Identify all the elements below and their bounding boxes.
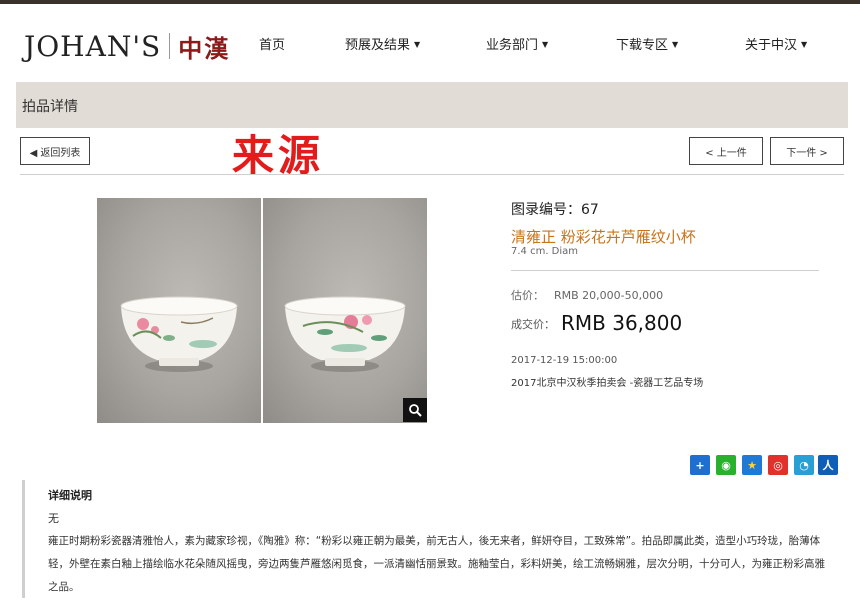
wechat-icon[interactable]: ◉ bbox=[716, 455, 736, 475]
back-to-list-button[interactable]: ◀ 返回列表 bbox=[20, 137, 90, 165]
nav-item-downloads[interactable]: 下载专区 ▼ bbox=[616, 34, 678, 53]
add-share-icon[interactable]: + bbox=[690, 455, 710, 475]
detail-accent-bar bbox=[22, 480, 25, 598]
lot-image-back[interactable] bbox=[263, 198, 427, 423]
lot-image-front[interactable] bbox=[97, 198, 261, 423]
divider bbox=[511, 270, 819, 271]
nav-label: 业务部门 bbox=[486, 38, 539, 53]
caret-down-icon: ▼ bbox=[414, 40, 421, 49]
lot-dimensions: 7.4 cm. Diam bbox=[511, 246, 579, 257]
weibo-icon[interactable]: ◎ bbox=[768, 455, 788, 475]
nav-item-home[interactable]: 首页 bbox=[259, 34, 285, 53]
page-title: 拍品详情 bbox=[22, 99, 78, 115]
nav-label: 下载专区 bbox=[616, 38, 669, 53]
lot-number: 图录编号：67 bbox=[511, 202, 599, 218]
bowl-illustration bbox=[284, 296, 406, 372]
estimate: 估价： RMB 20,000-50,000 bbox=[511, 287, 663, 303]
zoom-button[interactable] bbox=[403, 398, 427, 422]
lot-title: 清雍正 粉彩花卉芦雁纹小杯 bbox=[511, 228, 696, 246]
renren-icon[interactable]: 人 bbox=[818, 455, 838, 475]
nav-label: 关于中汉 bbox=[745, 38, 798, 53]
caret-down-icon: ▼ bbox=[672, 40, 679, 49]
detail-description: 雍正时期粉彩瓷器清雅怡人，素为藏家珍视，《陶雅》称：“粉彩以雍正朝为最美，前无古… bbox=[48, 535, 825, 593]
nav-label: 首页 bbox=[259, 38, 286, 53]
tencent-weibo-icon[interactable]: ◔ bbox=[794, 455, 814, 475]
nav-item-about[interactable]: 关于中汉 ▼ bbox=[745, 34, 807, 53]
sold-label: 成交价： bbox=[511, 318, 555, 331]
detail-none-text: 无 bbox=[48, 512, 59, 525]
previous-lot-button[interactable]: < 上一件 bbox=[689, 137, 763, 165]
detail-heading: 详细说明 bbox=[48, 489, 92, 502]
qzone-icon[interactable]: ★ bbox=[742, 455, 762, 475]
nav-item-departments[interactable]: 业务部门 ▼ bbox=[486, 34, 548, 53]
estimate-label: 估价： bbox=[511, 289, 544, 302]
next-lot-button[interactable]: 下一件 > bbox=[770, 137, 844, 165]
magnifier-icon bbox=[409, 404, 422, 417]
sold-price: 成交价： RMB 36,800 bbox=[511, 311, 682, 335]
auction-date: 2017-12-19 15:00:00 bbox=[511, 355, 618, 366]
nav-label: 预展及结果 bbox=[345, 38, 411, 53]
breadcrumb: 拍品详情 bbox=[16, 82, 848, 128]
caret-down-icon: ▼ bbox=[542, 40, 549, 49]
estimate-value: RMB 20,000-50,000 bbox=[554, 289, 664, 302]
nav-item-previews[interactable]: 预展及结果 ▼ bbox=[345, 34, 420, 53]
main-nav: 首页 预展及结果 ▼ 业务部门 ▼ 下载专区 ▼ 关于中汉 ▼ bbox=[0, 34, 860, 54]
bowl-illustration bbox=[120, 296, 238, 372]
caret-down-icon: ▼ bbox=[801, 40, 808, 49]
auction-session[interactable]: 2017北京中汉秋季拍卖会 -瓷器工艺品专场 bbox=[511, 374, 703, 389]
divider bbox=[20, 174, 844, 175]
sold-value: RMB 36,800 bbox=[561, 311, 683, 335]
